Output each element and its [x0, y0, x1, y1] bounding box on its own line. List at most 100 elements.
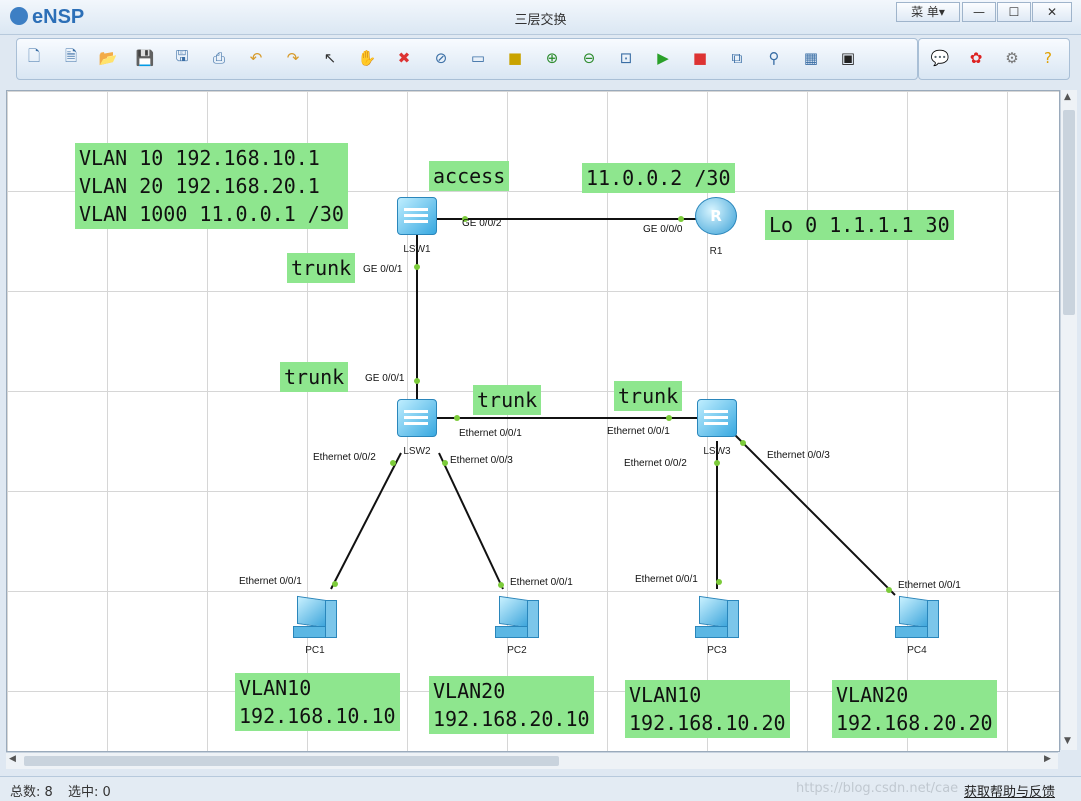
link-lsw2-pc1[interactable] [330, 452, 402, 590]
lsw2-label: LSW2 [403, 446, 431, 457]
select-icon[interactable]: ↖ [319, 47, 341, 69]
pc1-info-label[interactable]: VLAN10 192.168.10.10 [235, 673, 400, 731]
pc-icon[interactable] [893, 595, 939, 640]
topology-icon[interactable]: ⚲ [763, 47, 785, 69]
pc-icon[interactable] [693, 595, 739, 640]
vlan-info-label[interactable]: VLAN 10 192.168.10.1 VLAN 20 192.168.20.… [75, 143, 348, 229]
pc3-label: PC3 [707, 645, 727, 656]
lsw1-label: LSW1 [403, 244, 431, 255]
watermark: https://blog.csdn.net/cae [796, 781, 959, 796]
pc1-label: PC1 [305, 645, 325, 656]
port-dot [390, 460, 396, 466]
start-device-icon[interactable]: ▶ [652, 47, 674, 69]
lsw3-label: LSW3 [703, 446, 731, 457]
trunk-lsw3-label[interactable]: trunk [614, 381, 683, 411]
horizontal-scrollbar[interactable]: ◀ ▶ [6, 752, 1058, 769]
pc2-label: PC2 [507, 645, 527, 656]
new-workspace-icon[interactable]: 🗎 [60, 47, 82, 69]
help-feedback-link[interactable]: 获取帮助与反馈 [964, 781, 1055, 800]
scroll-left-icon[interactable]: ◀ [9, 754, 16, 764]
zoom-in-icon[interactable]: ⊕ [541, 47, 563, 69]
text-label-icon[interactable]: ▭ [467, 47, 489, 69]
zoom-out-icon[interactable]: ⊖ [578, 47, 600, 69]
pan-hand-icon[interactable]: ✋ [356, 47, 378, 69]
topology-canvas[interactable]: VLAN 10 192.168.10.1 VLAN 20 192.168.20.… [6, 90, 1060, 752]
port-dot [442, 460, 448, 466]
menu-button[interactable]: 菜 单▾ [896, 2, 960, 22]
pc4-label: PC4 [907, 645, 927, 656]
trunk-lsw2-up-label[interactable]: trunk [280, 362, 349, 392]
delete-icon[interactable]: ✖ [393, 47, 415, 69]
print-icon[interactable]: ⎙ [208, 47, 230, 69]
port-label: Ethernet 0/0/1 [898, 580, 961, 591]
table-icon[interactable]: ▦ [800, 47, 822, 69]
huawei-icon[interactable]: ✿ [965, 47, 987, 69]
port-dot [678, 216, 684, 222]
port-label: Ethernet 0/0/1 [635, 574, 698, 585]
port-label: Ethernet 0/0/3 [450, 455, 513, 466]
switch-icon[interactable] [397, 399, 437, 437]
pc3-info-label[interactable]: VLAN10 192.168.10.20 [625, 680, 790, 738]
console-icon[interactable]: ▣ [837, 47, 859, 69]
port-dot [666, 415, 672, 421]
settings-icon[interactable]: ⚙ [1001, 47, 1023, 69]
vertical-scroll-thumb[interactable] [1063, 110, 1075, 315]
vertical-scrollbar[interactable]: ▲ ▼ [1060, 90, 1077, 750]
port-dot [414, 378, 420, 384]
switch-icon[interactable] [697, 399, 737, 437]
rectangle-icon[interactable]: ■ [504, 47, 526, 69]
delete-link-icon[interactable]: ⊘ [430, 47, 452, 69]
open-icon[interactable]: 📂 [97, 47, 119, 69]
scroll-right-icon[interactable]: ▶ [1044, 754, 1051, 764]
link-lsw2-pc2[interactable] [438, 452, 504, 590]
scroll-up-icon[interactable]: ▲ [1064, 92, 1071, 102]
save-icon[interactable]: 💾 [134, 47, 156, 69]
right-toolbar: 💬 ✿ ⚙ ? [918, 38, 1070, 80]
help-icon[interactable]: ? [1037, 47, 1059, 69]
access-label[interactable]: access [429, 161, 510, 191]
port-dot [714, 460, 720, 466]
capture-icon[interactable]: ⧉ [726, 47, 748, 69]
port-label: GE 0/0/1 [363, 264, 403, 275]
switch-icon[interactable] [397, 197, 437, 235]
port-label: Ethernet 0/0/2 [313, 452, 376, 463]
total-count: 总数: 8 [10, 785, 53, 800]
new-topology-icon[interactable]: 🗋 [23, 47, 45, 69]
undo-icon[interactable]: ↶ [245, 47, 267, 69]
port-dot [454, 415, 460, 421]
port-label: GE 0/0/1 [365, 373, 405, 384]
fit-view-icon[interactable]: ⊡ [615, 47, 637, 69]
scroll-down-icon[interactable]: ▼ [1064, 736, 1071, 746]
pc4-info-label[interactable]: VLAN20 192.168.20.20 [832, 680, 997, 738]
selected-count: 选中: 0 [68, 785, 111, 800]
minimize-button[interactable]: — [962, 2, 996, 22]
port-dot [414, 264, 420, 270]
stop-device-icon[interactable]: ■ [689, 47, 711, 69]
trunk-lsw2-right-label[interactable]: trunk [473, 385, 542, 415]
title-bar: eNSP 三层交换 菜 单▾ — ☐ ✕ [0, 0, 1081, 35]
port-dot [332, 581, 338, 587]
port-label: GE 0/0/2 [462, 218, 502, 229]
trunk-lsw1-label[interactable]: trunk [287, 253, 356, 283]
status-bar: 总数: 8 选中: 0 https://blog.csdn.net/cae 获取… [0, 776, 1081, 801]
save-as-icon[interactable]: 🖫 [171, 47, 193, 69]
port-label: Ethernet 0/0/1 [510, 577, 573, 588]
loopback-label[interactable]: Lo 0 1.1.1.1 30 [765, 210, 954, 240]
port-dot [498, 582, 504, 588]
r1-ip-label[interactable]: 11.0.0.2 /30 [582, 163, 735, 193]
horizontal-scroll-thumb[interactable] [24, 756, 559, 766]
router-icon[interactable]: R [695, 197, 737, 235]
port-label: Ethernet 0/0/2 [624, 458, 687, 469]
r1-label: R1 [709, 246, 723, 257]
message-icon[interactable]: 💬 [929, 47, 951, 69]
port-label: Ethernet 0/0/1 [607, 426, 670, 437]
port-label: Ethernet 0/0/1 [239, 576, 302, 587]
pc-icon[interactable] [493, 595, 539, 640]
pc2-info-label[interactable]: VLAN20 192.168.20.10 [429, 676, 594, 734]
close-button[interactable]: ✕ [1032, 2, 1072, 22]
redo-icon[interactable]: ↷ [282, 47, 304, 69]
port-label: Ethernet 0/0/3 [767, 450, 830, 461]
pc-icon[interactable] [291, 595, 337, 640]
maximize-button[interactable]: ☐ [997, 2, 1031, 22]
port-dot [886, 587, 892, 593]
